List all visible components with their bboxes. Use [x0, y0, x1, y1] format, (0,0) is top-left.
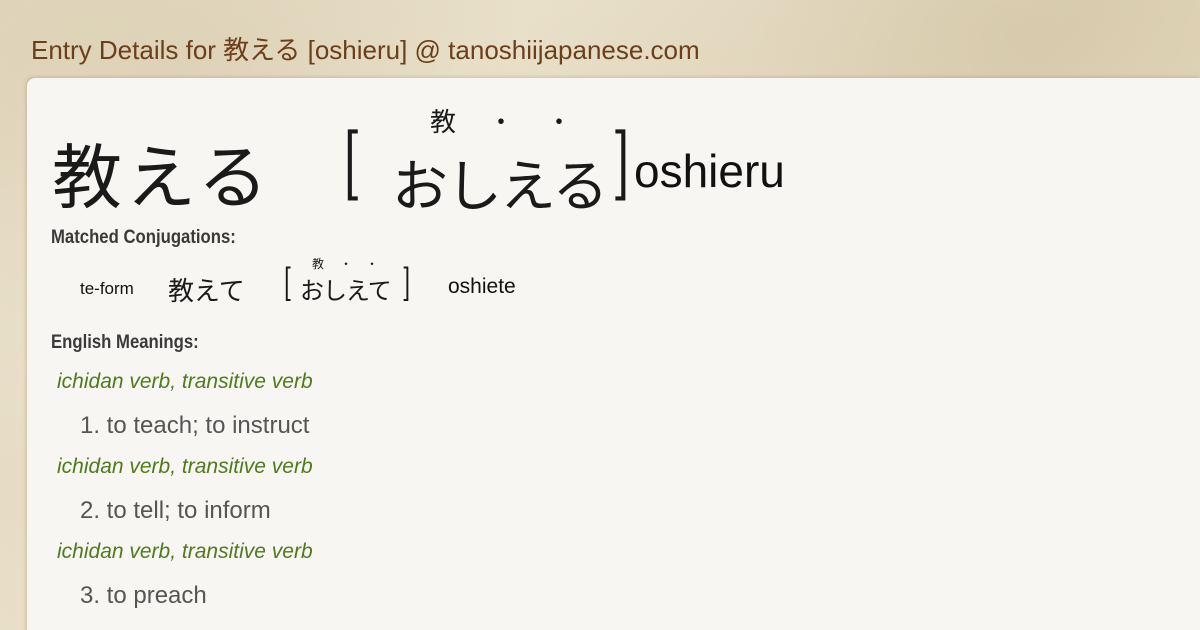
furigana-char: ・ [488, 108, 515, 138]
meanings-label: English Meanings: [51, 332, 199, 353]
furigana-char: 教 [430, 108, 457, 138]
conjugation-row[interactable]: te-form 教えて [ 教 ・ ・ おしえて ] oshiete [80, 255, 680, 307]
reading-kana: おしえる [392, 155, 608, 220]
right-bracket: ] [612, 116, 630, 209]
left-bracket: [ [344, 116, 362, 209]
conjugation-kana: おしえて [300, 277, 392, 305]
meaning-item: 2. to tell; to inform [80, 497, 271, 524]
furigana-char: 教 [312, 257, 325, 271]
headword-row: 教える [ 教 ・ ・ おしえる ] oshieru [52, 92, 1052, 220]
headword-reading: [ 教 ・ ・ おしえる ] [344, 102, 644, 220]
headword-romaji: oshieru [634, 145, 785, 197]
conjugations-label: Matched Conjugations: [51, 227, 236, 248]
right-bracket: ] [402, 261, 411, 305]
furigana-char: ・ [340, 257, 353, 271]
headword-kanji: 教える [52, 137, 272, 219]
part-of-speech: ichidan verb, transitive verb [57, 455, 313, 478]
conjugation-kanji: 教えて [168, 277, 245, 307]
furigana-char: ・ [546, 108, 573, 138]
furigana-row: 教 ・ ・ [392, 102, 612, 138]
conjugation-reading: [ 教 ・ ・ おしえて ] [284, 255, 424, 305]
conjugation-type: te-form [80, 279, 134, 298]
furigana-char: ・ [366, 257, 379, 271]
meaning-item: 3. to preach [80, 582, 207, 609]
part-of-speech: ichidan verb, transitive verb [57, 370, 313, 393]
left-bracket: [ [284, 261, 293, 305]
conjugation-romaji: oshiete [448, 275, 516, 298]
meaning-item: 1. to teach; to instruct [80, 412, 310, 439]
part-of-speech: ichidan verb, transitive verb [57, 540, 313, 563]
page-title: Entry Details for 教える [oshieru] @ tanosh… [31, 35, 700, 65]
